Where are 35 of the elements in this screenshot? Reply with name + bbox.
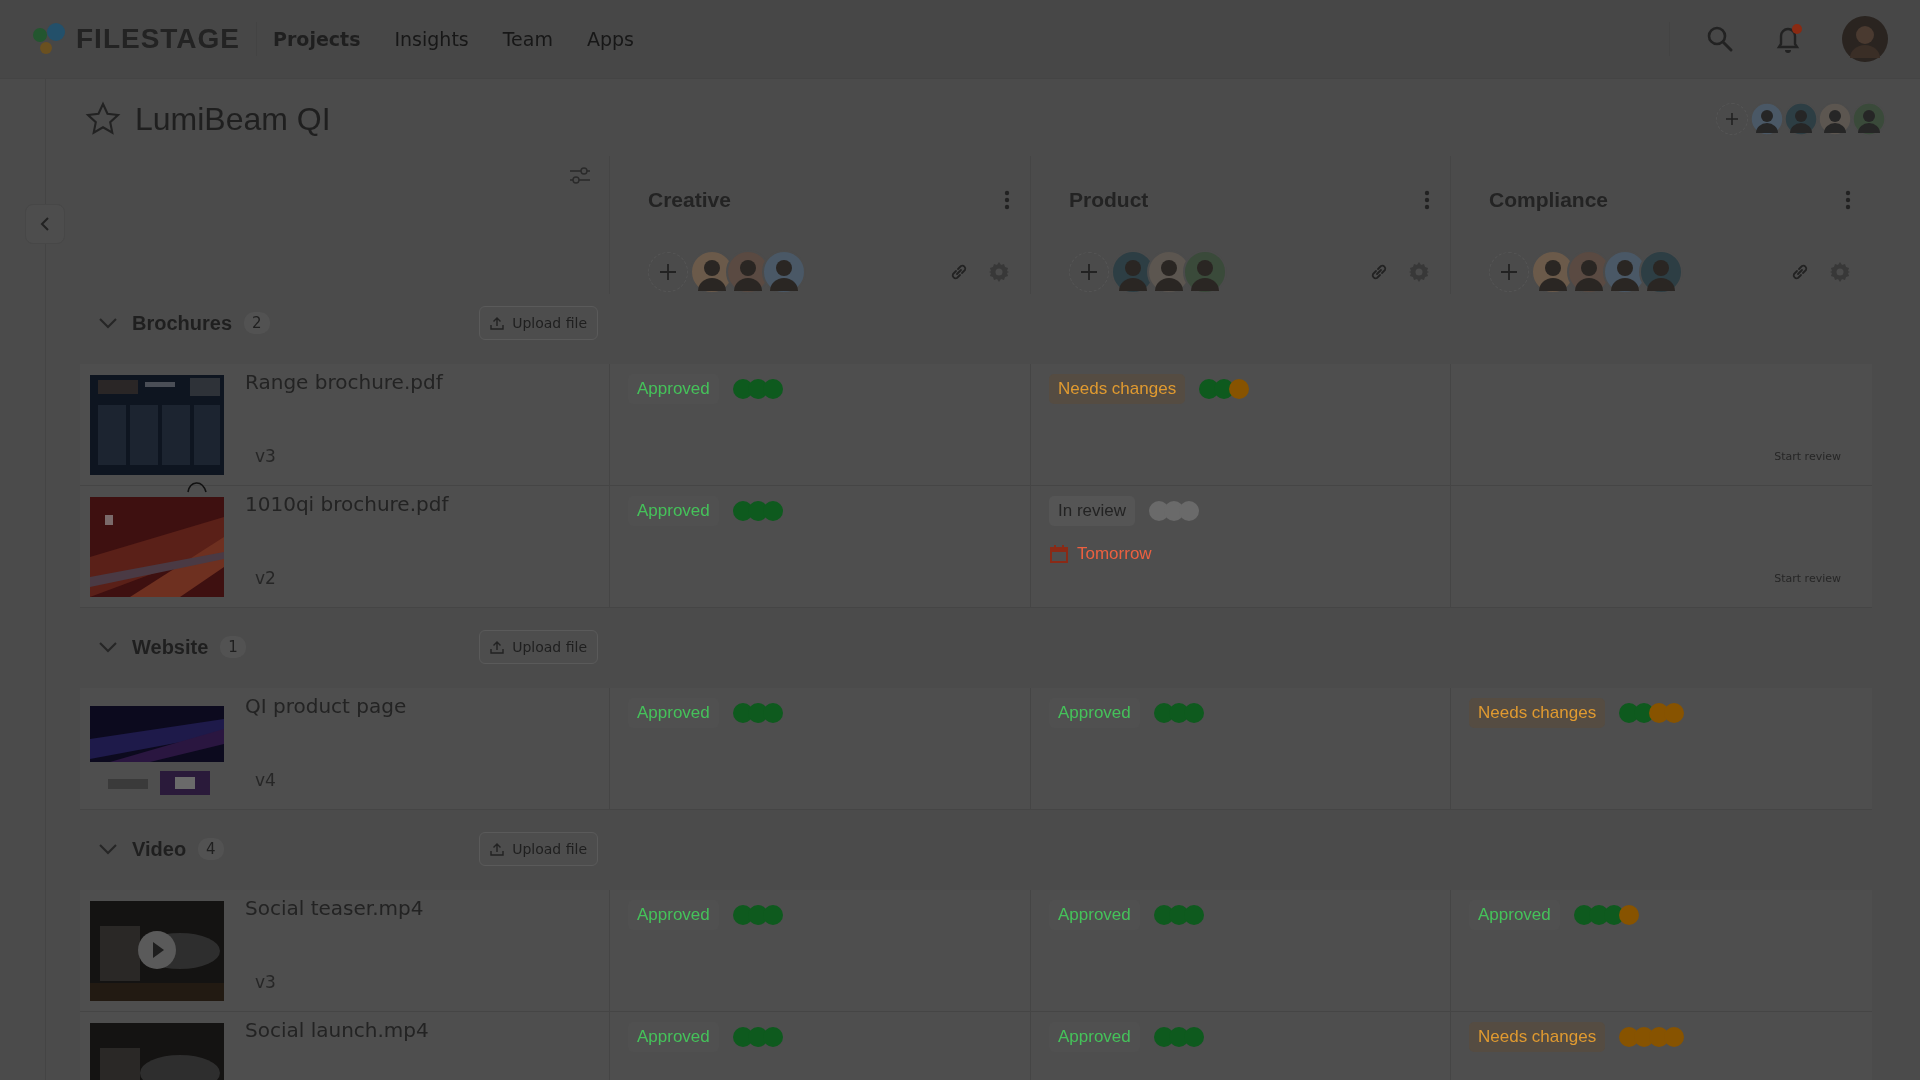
- play-icon[interactable]: [138, 931, 176, 969]
- upload-icon: [490, 640, 505, 654]
- user-avatar[interactable]: [1842, 16, 1888, 62]
- arc-icon: [186, 479, 208, 493]
- avatar: [1183, 250, 1227, 294]
- status-tag: Needs changes: [1469, 698, 1606, 728]
- due-date: Tomorrow: [1077, 544, 1152, 564]
- chevron-left-icon: [39, 216, 51, 232]
- avatar: [1639, 250, 1683, 294]
- avatar: [1818, 102, 1852, 136]
- avatar: [1852, 102, 1886, 136]
- calendar-icon: [1049, 544, 1069, 564]
- chevron-icon[interactable]: [98, 843, 118, 855]
- avatar: [1750, 102, 1784, 136]
- plus-icon: [1725, 112, 1739, 126]
- status-tag: Needs changes: [1049, 374, 1186, 404]
- more-icon[interactable]: [1845, 190, 1851, 210]
- bell-icon[interactable]: [1774, 23, 1804, 55]
- more-icon[interactable]: [1424, 190, 1430, 210]
- search-icon[interactable]: [1706, 25, 1734, 53]
- plus-icon: [659, 263, 677, 281]
- collapse-button[interactable]: [25, 204, 65, 244]
- upload-icon: [490, 316, 505, 330]
- more-icon[interactable]: [1004, 190, 1010, 210]
- filter-icon[interactable]: [569, 166, 591, 186]
- avatar: [1784, 102, 1818, 136]
- avatar: [762, 250, 806, 294]
- chevron-icon[interactable]: [98, 317, 118, 329]
- chevron-icon[interactable]: [98, 641, 118, 653]
- status-tag: Needs changes: [1469, 1022, 1606, 1052]
- plus-icon: [1080, 263, 1098, 281]
- upload-icon: [490, 842, 505, 856]
- star-icon[interactable]: [85, 101, 121, 137]
- plus-icon: [1500, 263, 1518, 281]
- logo-icon: [32, 23, 68, 55]
